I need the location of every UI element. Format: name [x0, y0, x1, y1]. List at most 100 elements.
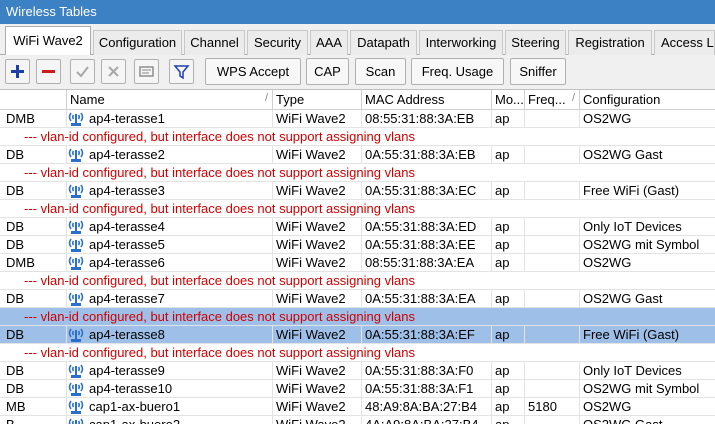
- tab-registration[interactable]: Registration: [568, 30, 652, 55]
- cell-mode: ap: [491, 290, 524, 308]
- table-row[interactable]: DB ap4-terasse10 WiFi Wave2 0A:55:31:88:3A:…: [0, 380, 715, 398]
- cell-configuration: OS2WG Gast: [579, 146, 715, 164]
- column-divider: [66, 416, 67, 424]
- cell-name: ap4-terasse8: [89, 327, 165, 342]
- cell-mac-address: 08:55:31:88:3A:EA: [361, 254, 491, 272]
- cell-type: WiFi Wave2: [272, 290, 361, 308]
- row-comment: --- vlan-id configured, but interface do…: [24, 129, 415, 144]
- table-row[interactable]: DMB ap4-terasse1 WiFi Wave2 08:55:31:88:3A:…: [0, 110, 715, 128]
- freq-usage-button[interactable]: Freq. Usage: [411, 58, 504, 85]
- column-configuration[interactable]: Configuration: [579, 90, 715, 110]
- column-divider: [66, 146, 67, 164]
- column-mode[interactable]: Mo...: [491, 90, 524, 110]
- cell-name: cap1-ax-buero1: [89, 399, 181, 414]
- enable-icon[interactable]: [70, 59, 95, 84]
- column-frequency-label: Freq...: [528, 92, 566, 107]
- wireless-interface-icon: [68, 256, 84, 270]
- cell-frequency: [524, 182, 579, 200]
- table-row[interactable]: DB ap4-terasse9 WiFi Wave2 0A:55:31:88:3A:F…: [0, 362, 715, 380]
- tab-access-list[interactable]: Access L: [654, 30, 715, 55]
- column-divider: [66, 326, 67, 344]
- cell-frequency: [524, 110, 579, 128]
- tab-security[interactable]: Security: [247, 30, 308, 55]
- table-row[interactable]: DB ap4-terasse5 WiFi Wave2 0A:55:31:88:3A:E…: [0, 236, 715, 254]
- cell-mode: ap: [491, 254, 524, 272]
- table-header: Name / Type MAC Address Mo... Freq... / Co…: [0, 90, 715, 110]
- cell-name: ap4-terasse3: [89, 183, 165, 198]
- tab-wifi-wave2[interactable]: WiFi Wave2: [5, 26, 91, 56]
- cell-flags: DB: [6, 363, 25, 378]
- cell-type: WiFi Wave2: [272, 398, 361, 416]
- cell-flags: DMB: [6, 255, 35, 270]
- cell-mode: ap: [491, 218, 524, 236]
- comment-row[interactable]: --- vlan-id configured, but interface do…: [0, 272, 715, 290]
- row-comment: --- vlan-id configured, but interface do…: [24, 165, 415, 180]
- sort-icon: /: [571, 92, 575, 104]
- cell-configuration: Only IoT Devices: [579, 362, 715, 380]
- comment-row[interactable]: --- vlan-id configured, but interface do…: [0, 164, 715, 182]
- column-divider: [66, 290, 67, 308]
- cell-mac-address: 48:A9:8A:BA:27:B4: [361, 398, 491, 416]
- cell-mode: ap: [491, 380, 524, 398]
- cell-configuration: Free WiFi (Gast): [579, 326, 715, 344]
- sort-icon: /: [264, 92, 268, 104]
- table-row[interactable]: MB cap1-ax-buero1 WiFi Wave2 48:A9:8A:BA:27…: [0, 398, 715, 416]
- cell-name: ap4-terasse1: [89, 111, 165, 126]
- cell-configuration: OS2WG Gast: [579, 290, 715, 308]
- tab-steering[interactable]: Steering: [505, 30, 566, 55]
- tab-configuration[interactable]: Configuration: [93, 30, 182, 55]
- cell-flags: DB: [6, 291, 25, 306]
- table-row[interactable]: DB ap4-terasse3 WiFi Wave2 0A:55:31:88:3A:E…: [0, 182, 715, 200]
- column-frequency[interactable]: Freq... /: [524, 90, 579, 110]
- disable-icon[interactable]: [101, 59, 126, 84]
- comment-row[interactable]: --- vlan-id configured, but interface do…: [0, 200, 715, 218]
- column-flags[interactable]: [0, 90, 66, 110]
- comment-icon[interactable]: [134, 59, 159, 84]
- column-divider: [66, 218, 67, 236]
- column-divider: [66, 182, 67, 200]
- column-mac-address[interactable]: MAC Address: [361, 90, 491, 110]
- wireless-interface-icon: [68, 112, 84, 126]
- cell-mac-address: 0A:55:31:88:3A:EC: [361, 182, 491, 200]
- cell-flags: DB: [6, 237, 25, 252]
- filter-icon[interactable]: [169, 59, 194, 84]
- tab-interworking[interactable]: Interworking: [419, 30, 503, 55]
- comment-row[interactable]: --- vlan-id configured, but interface do…: [0, 344, 715, 362]
- table-row[interactable]: DB ap4-terasse2 WiFi Wave2 0A:55:31:88:3A:E…: [0, 146, 715, 164]
- row-comment: --- vlan-id configured, but interface do…: [24, 201, 415, 216]
- table-row[interactable]: DMB ap4-terasse6 WiFi Wave2 08:55:31:88:3A:…: [0, 254, 715, 272]
- cell-frequency: [524, 326, 579, 344]
- add-icon[interactable]: [5, 59, 30, 84]
- cell-type: WiFi Wave2: [272, 182, 361, 200]
- cell-flags: DB: [6, 183, 25, 198]
- sniffer-button[interactable]: Sniffer: [510, 58, 566, 85]
- remove-icon[interactable]: [36, 59, 61, 84]
- tab-aaa[interactable]: AAA: [310, 30, 348, 55]
- wps-accept-button[interactable]: WPS Accept: [205, 58, 301, 85]
- cell-flags: DB: [6, 219, 25, 234]
- wireless-interface-icon: [68, 184, 84, 198]
- cell-frequency: [524, 290, 579, 308]
- cell-frequency: [524, 416, 579, 424]
- tab-datapath[interactable]: Datapath: [350, 30, 417, 55]
- cell-configuration: OS2WG: [579, 110, 715, 128]
- cell-configuration: OS2WG mit Symbol: [579, 236, 715, 254]
- cell-flags: B: [0, 416, 66, 424]
- cell-name: cap1-ax-buero2: [86, 416, 272, 424]
- table-row[interactable]: DB ap4-terasse8 WiFi Wave2 0A:55:31:88:3A:E…: [0, 326, 715, 344]
- cell-flags: DMB: [6, 111, 35, 126]
- table-row[interactable]: DB ap4-terasse7 WiFi Wave2 0A:55:31:88:3A:E…: [0, 290, 715, 308]
- scan-button[interactable]: Scan: [355, 58, 406, 85]
- cap-button[interactable]: CAP: [306, 58, 349, 85]
- wireless-interface-icon: [68, 400, 84, 414]
- comment-row[interactable]: --- vlan-id configured, but interface do…: [0, 128, 715, 146]
- comment-row[interactable]: --- vlan-id configured, but interface do…: [0, 308, 715, 326]
- tab-channel[interactable]: Channel: [184, 30, 245, 55]
- cell-frequency: [524, 362, 579, 380]
- cell-name: ap4-terasse9: [89, 363, 165, 378]
- table-row[interactable]: Bcap1-ax-buero2WiFi Wave24A:A9:8A:BA:27:…: [0, 416, 715, 424]
- cell-mode: ap: [491, 146, 524, 164]
- table-row[interactable]: DB ap4-terasse4 WiFi Wave2 0A:55:31:88:3A:E…: [0, 218, 715, 236]
- column-type[interactable]: Type: [272, 90, 361, 110]
- column-name[interactable]: Name /: [66, 90, 272, 110]
